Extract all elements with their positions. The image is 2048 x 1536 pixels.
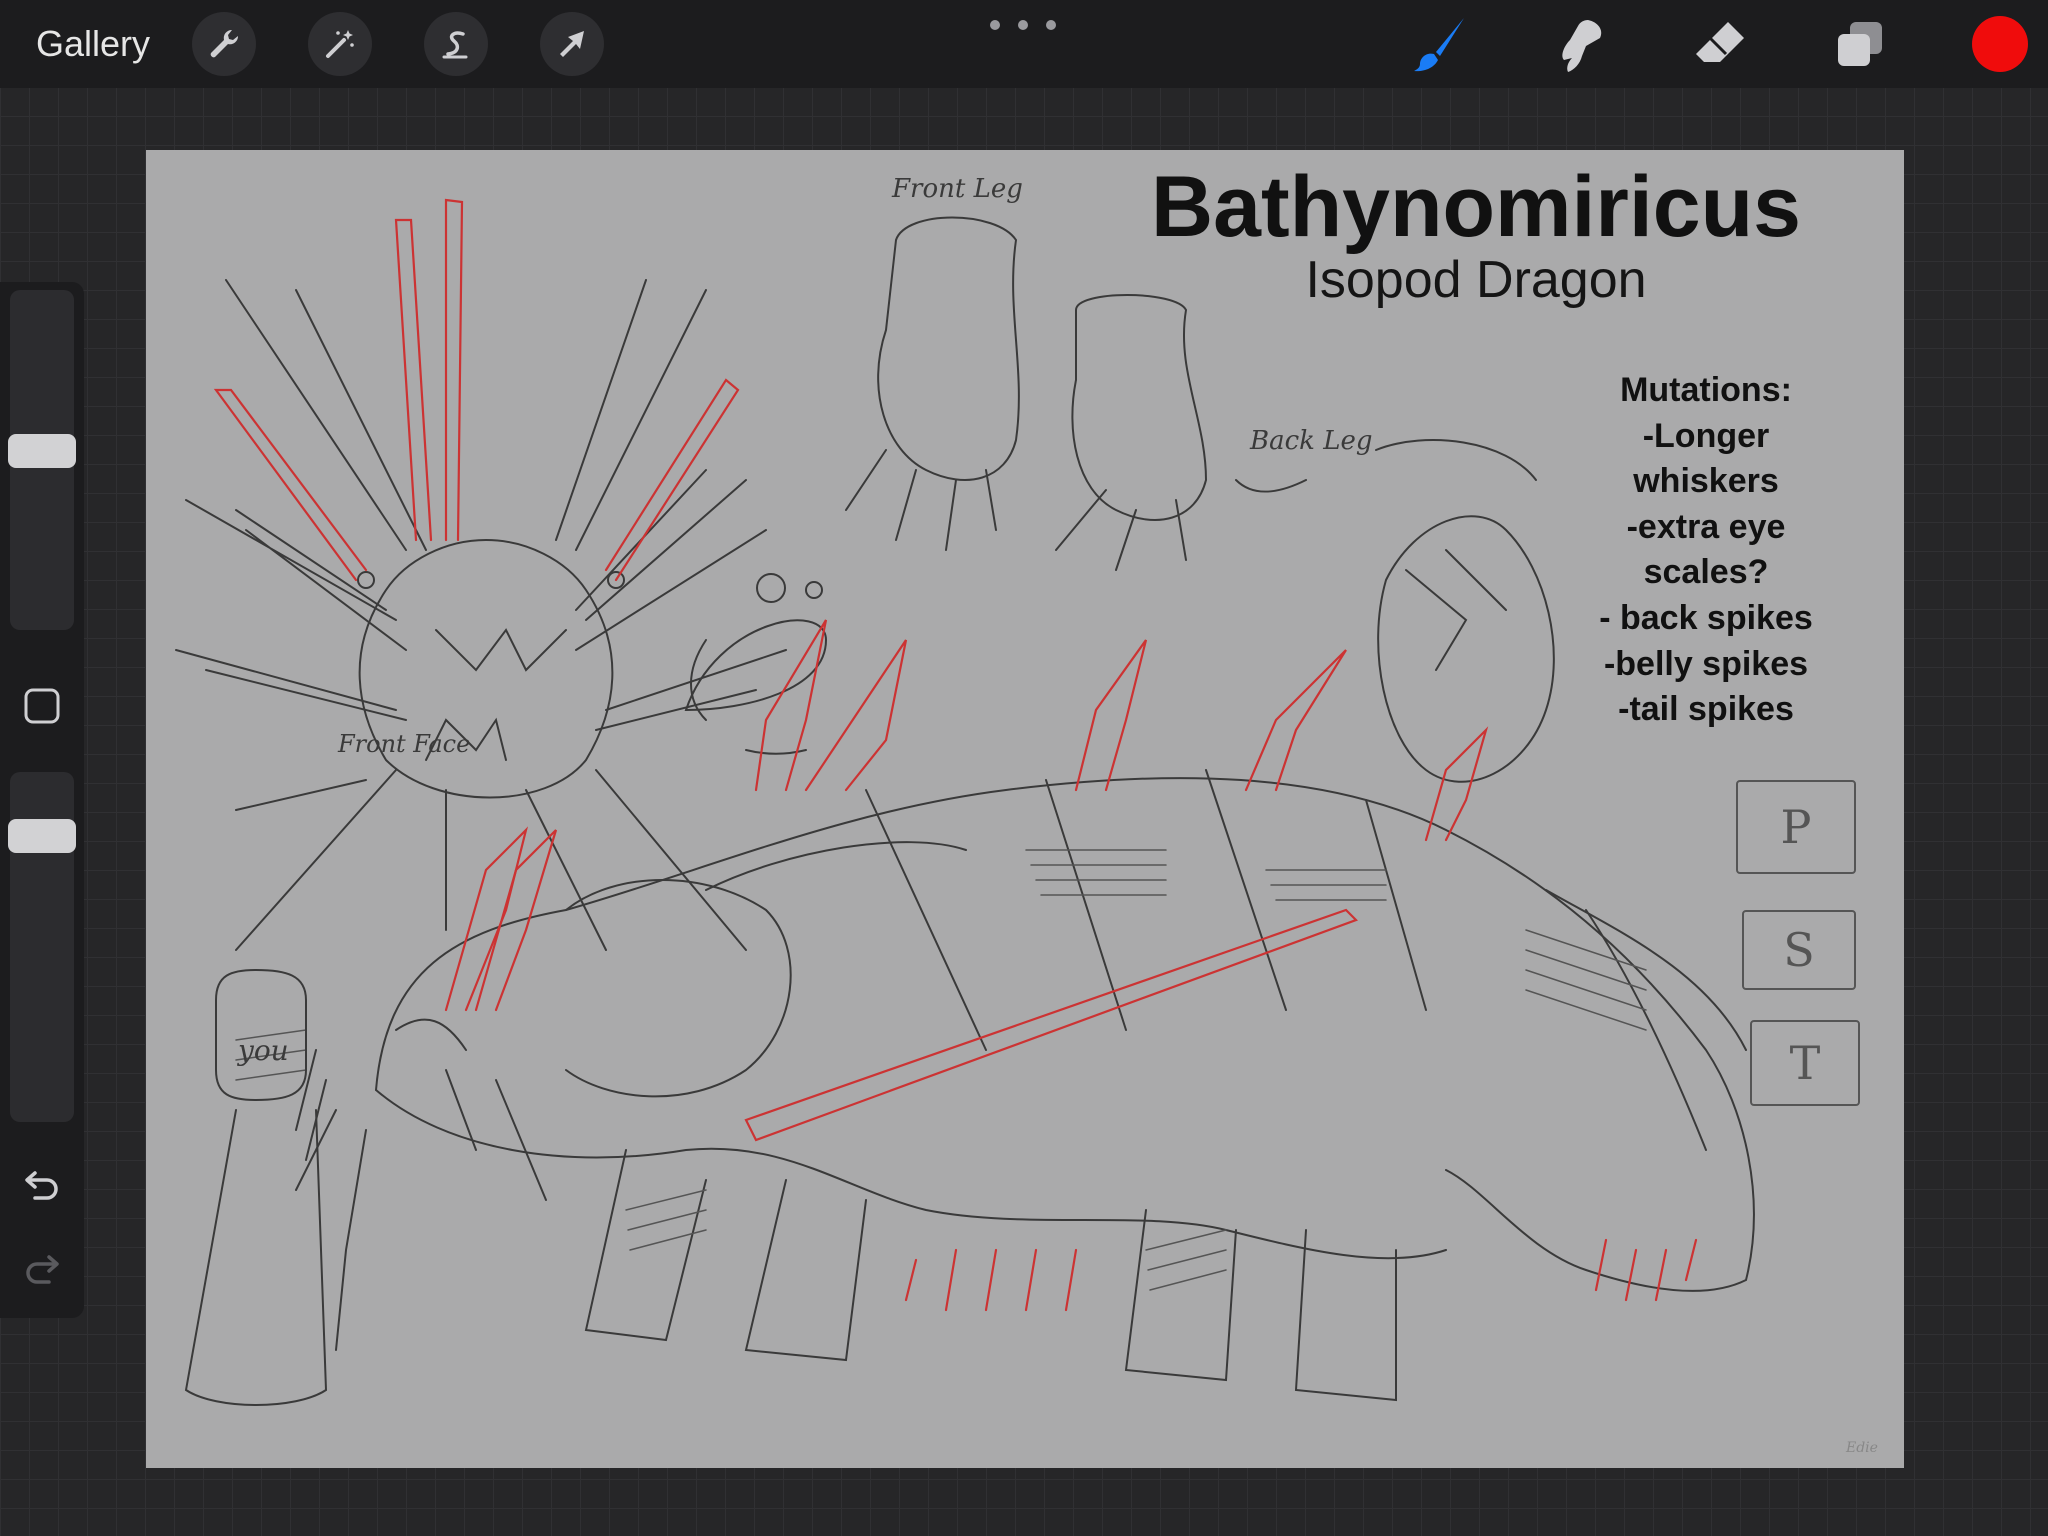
back-leg-label: Back Leg [1250,426,1373,456]
eraser-icon[interactable] [1688,12,1752,76]
mutation-item: -belly spikes [1603,644,1809,683]
adjustments-magic-wand-icon[interactable] [308,12,372,76]
transform-arrow-icon[interactable] [540,12,604,76]
mutations-heading: Mutations: [1620,371,1792,409]
mutation-item: -extra eye [1626,507,1786,546]
brush-icon[interactable] [1408,12,1472,76]
artist-signature: Edie [1846,1440,1878,1456]
front-leg-label: Front Leg [892,174,1023,204]
artwork-subtitle: Isopod Dragon [1305,251,1647,309]
sketch-artwork [175,198,1755,1406]
brush-size-slider-thumb[interactable] [8,433,76,468]
mutation-item: -Longer [1642,416,1770,455]
artwork-title: Bathynomiricus [1151,159,1801,255]
left-sidebar [0,282,84,1318]
dragon-body-sketch [295,769,1755,1402]
front-face-label: Front Face [338,730,471,758]
head-closeup-sketch [1375,439,1555,783]
actions-wrench-icon[interactable] [192,12,256,76]
opacity-slider-thumb[interactable] [8,819,76,854]
smudge-icon[interactable] [1548,12,1612,76]
color-picker-button[interactable] [1972,16,2028,72]
layers-icon[interactable] [1828,12,1892,76]
gallery-button[interactable]: Gallery [36,20,150,68]
more-options-icon[interactable] [990,14,1056,36]
redo-icon[interactable] [18,1242,66,1290]
drawing-canvas[interactable]: Bathynomiricus Isopod Dragon Mutations: … [146,150,1904,1468]
front-face-sketch [175,279,787,951]
mutation-item: -tail spikes [1618,690,1794,729]
scale-box-s: S [1742,910,1856,990]
top-toolbar: Gallery [0,0,2048,88]
mutation-item: scales? [1643,553,1769,592]
mutation-item: - back spikes [1599,598,1813,637]
undo-icon[interactable] [18,1158,66,1206]
mutation-item: whiskers [1633,462,1779,501]
scale-box-t: T [1750,1020,1860,1106]
mutations-list: Mutations: -Longer whiskers -extra eye s… [1576,368,1836,733]
you-label: you [238,1034,289,1067]
modify-square-icon[interactable] [22,686,62,726]
scale-box-p: P [1736,780,1856,874]
selection-s-icon[interactable] [424,12,488,76]
